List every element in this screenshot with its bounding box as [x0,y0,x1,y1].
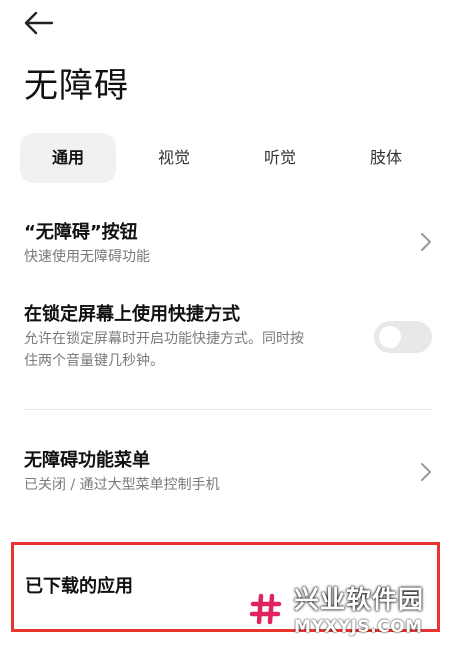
hash-logo-icon [249,590,283,628]
a11y-menu-setting[interactable]: 无障碍功能菜单 已关闭 / 通过大型菜单控制手机 [24,448,434,500]
arrow-left-icon [24,11,54,35]
tab-bar: 通用 视觉 听觉 肢体 [20,133,440,183]
toggle-knob [379,326,401,348]
back-button[interactable] [18,6,58,40]
tab-hearing[interactable]: 听觉 [240,133,320,183]
page-title: 无障碍 [24,66,129,106]
lockscreen-shortcut-toggle[interactable] [374,321,432,353]
a11y-button-setting[interactable]: “无障碍”按钮 快速使用无障碍功能 [24,220,434,270]
downloaded-apps-title: 已下载的应用 [25,576,133,597]
a11y-button-subtitle: 快速使用无障碍功能 [24,249,150,265]
a11y-menu-title: 无障碍功能菜单 [24,450,150,471]
tab-general[interactable]: 通用 [20,133,116,183]
lockscreen-shortcut-setting: 在锁定屏幕上使用快捷方式 允许在锁定屏幕时开启功能快捷方式。同时按 住两个音量键… [24,302,434,382]
watermark: 兴业软件园 MYXYJS.COM [238,575,453,645]
section-divider [24,409,431,410]
a11y-button-title: “无障碍”按钮 [24,222,138,243]
a11y-menu-subtitle: 已关闭 / 通过大型菜单控制手机 [24,477,220,493]
tab-physical[interactable]: 肢体 [346,133,426,183]
lockscreen-shortcut-title: 在锁定屏幕上使用快捷方式 [24,304,240,325]
chevron-right-icon [421,463,431,481]
tab-vision[interactable]: 视觉 [134,133,214,183]
chevron-right-icon [421,233,431,251]
watermark-domain: MYXYJS.COM [294,617,423,637]
lockscreen-shortcut-desc-line1: 允许在锁定屏幕时开启功能快捷方式。同时按 [24,331,304,347]
lockscreen-shortcut-desc-line2: 住两个音量键几秒钟。 [24,353,164,369]
watermark-name: 兴业软件园 [294,585,425,614]
